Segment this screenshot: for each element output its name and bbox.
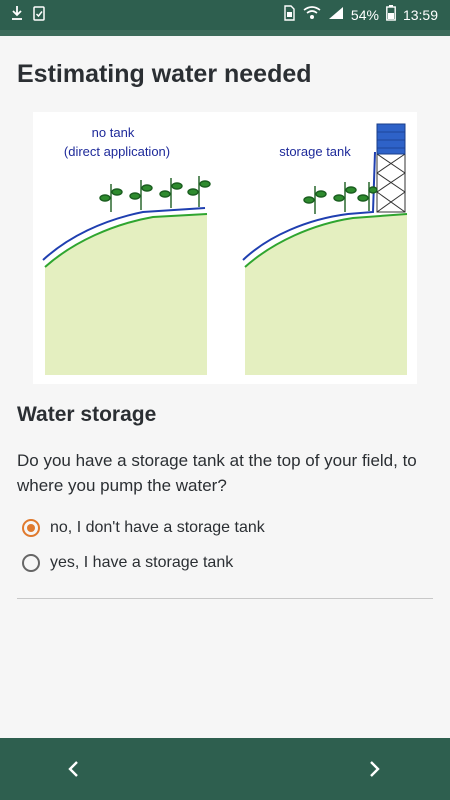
- storage-tank-diagram: storage tank: [242, 123, 408, 375]
- radio-button[interactable]: [22, 554, 40, 572]
- page-title: Estimating water needed: [17, 60, 312, 88]
- previous-button[interactable]: [50, 750, 98, 788]
- section-title: Water storage: [17, 403, 157, 426]
- option-has-tank[interactable]: yes, I have a storage tank: [22, 554, 233, 572]
- chevron-left-icon: [67, 754, 81, 785]
- status-bar: 54% 13:59: [0, 0, 450, 30]
- battery-icon: [386, 5, 396, 24]
- no-tank-diagram: no tank (direct application): [42, 125, 211, 375]
- plants-left: [99, 176, 211, 212]
- wifi-icon: [303, 6, 321, 23]
- app-bar-strip: [0, 30, 450, 36]
- label-storage-tank: storage tank: [279, 144, 351, 159]
- option-label: no, I don't have a storage tank: [50, 519, 265, 536]
- label-no-tank: no tank: [92, 125, 135, 140]
- download-icon: [10, 5, 24, 26]
- bottom-nav-bar: [0, 738, 450, 800]
- status-left-icons: [10, 5, 46, 26]
- label-direct-application: (direct application): [64, 144, 170, 159]
- chevron-right-icon: [367, 754, 381, 785]
- status-right: 54% 13:59: [282, 5, 438, 24]
- plants-right: [303, 182, 378, 214]
- water-storage-illustration: no tank (direct application) storage tan…: [33, 112, 417, 384]
- clock: 13:59: [402, 6, 438, 23]
- clipboard-check-icon: [32, 5, 46, 26]
- tank-tower: [376, 153, 406, 213]
- option-label: yes, I have a storage tank: [50, 554, 234, 571]
- water-tank: [376, 123, 406, 155]
- radio-button-selected[interactable]: [22, 519, 40, 537]
- signal-icon: [328, 6, 344, 23]
- sim-icon: [282, 5, 296, 24]
- divider: [17, 598, 433, 599]
- field-area-right: [245, 214, 407, 375]
- battery-percent: 54%: [350, 6, 379, 23]
- option-no-tank[interactable]: no, I don't have a storage tank: [22, 519, 265, 537]
- field-area-left: [45, 214, 207, 375]
- question-text: Do you have a storage tank at the top of…: [17, 451, 417, 495]
- next-button[interactable]: [350, 750, 398, 788]
